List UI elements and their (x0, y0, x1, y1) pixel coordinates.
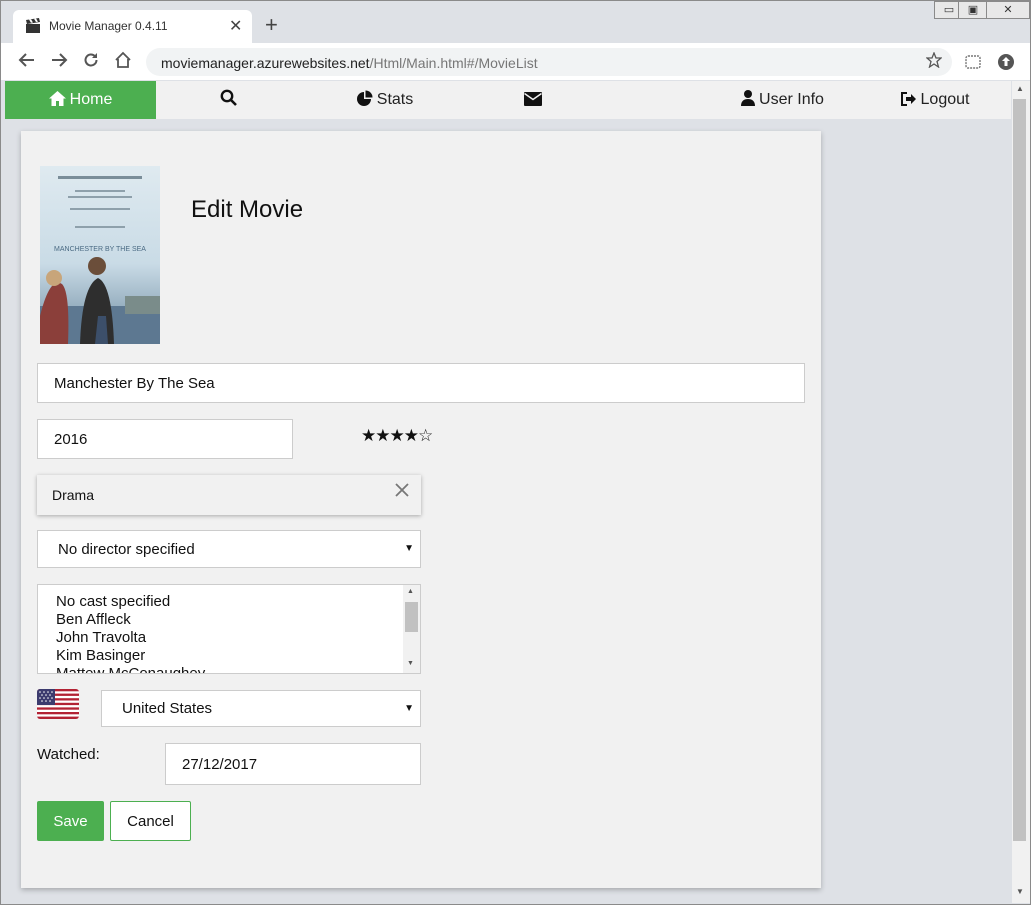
rating-stars[interactable]: ★★★★☆ (361, 426, 433, 446)
poster-title-text: MANCHESTER BY THE SEA (54, 246, 146, 253)
star-empty-icon[interactable]: ☆ (418, 426, 433, 445)
country-select[interactable]: United States ▼ (101, 690, 421, 727)
chevron-down-icon: ▼ (404, 703, 414, 714)
scrollbar-thumb[interactable] (1013, 99, 1026, 841)
cast-listbox[interactable]: No cast specified Ben Affleck John Travo… (37, 584, 421, 674)
director-selected-value: No director specified (58, 540, 195, 558)
star-filled-icon[interactable]: ★ (390, 426, 405, 445)
home-icon[interactable] (114, 51, 132, 69)
year-input[interactable]: 2016 (37, 419, 293, 459)
page-scrollbar[interactable]: ▲ ▼ (1012, 81, 1030, 903)
home-icon (48, 91, 66, 106)
tab-strip: Movie Manager 0.4.11 ✕ + ▭ ▣ ✕ (1, 1, 1030, 43)
country-selected-value: United States (122, 700, 213, 717)
cast-option[interactable]: No cast specified (38, 593, 420, 611)
envelope-icon (524, 92, 542, 106)
director-select[interactable]: No director specified ▼ (37, 530, 421, 568)
search-icon (220, 89, 237, 106)
scroll-down-icon[interactable]: ▼ (407, 660, 414, 667)
movie-poster: MANCHESTER BY THE SEA (40, 166, 160, 344)
scroll-up-icon[interactable]: ▲ (407, 588, 414, 595)
star-filled-icon[interactable]: ★ (375, 426, 390, 445)
cast-option[interactable]: Ben Affleck (38, 611, 420, 629)
star-filled-icon[interactable]: ★ (361, 426, 376, 445)
forward-icon[interactable] (50, 51, 68, 69)
update-icon[interactable] (997, 53, 1015, 71)
nav-contact[interactable] (510, 81, 560, 119)
cast-option[interactable]: Kim Basinger (38, 647, 420, 665)
extension-icon[interactable] (964, 53, 982, 71)
nav-stats[interactable]: Stats (335, 81, 435, 119)
nav-user-info[interactable]: User Info (725, 81, 840, 119)
nav-search[interactable] (205, 81, 255, 119)
close-icon[interactable] (395, 483, 409, 497)
new-tab-button[interactable]: + (265, 13, 278, 37)
maximize-button[interactable]: ▣ (958, 1, 988, 19)
title-input[interactable]: Manchester By The Sea (37, 363, 805, 403)
user-icon (741, 90, 756, 106)
nav-home[interactable]: Home (5, 81, 156, 119)
scroll-down-icon[interactable]: ▼ (1016, 887, 1024, 896)
page-heading: Edit Movie (191, 196, 304, 223)
clapperboard-icon (26, 18, 40, 33)
logout-icon (900, 92, 916, 106)
watched-date-input[interactable]: 27/12/2017 (165, 743, 421, 785)
cast-option[interactable]: John Travolta (38, 629, 420, 647)
bookmark-star-icon[interactable] (926, 52, 942, 68)
browser-toolbar: moviemanager.azurewebsites.net/Html/Main… (1, 43, 1030, 80)
tab-title: Movie Manager 0.4.11 (49, 19, 168, 33)
browser-tab[interactable]: Movie Manager 0.4.11 ✕ (13, 10, 252, 43)
genre-label: Drama (52, 487, 95, 503)
us-flag-icon (37, 689, 79, 719)
tab-close-icon[interactable]: ✕ (229, 16, 242, 36)
watched-label: Watched: (37, 746, 100, 763)
edit-movie-card: MANCHESTER BY THE SEA Edit Movie Manches… (21, 131, 821, 888)
save-button[interactable]: Save (37, 801, 104, 841)
reload-icon[interactable] (82, 51, 100, 69)
cast-scrollbar-thumb[interactable] (405, 602, 418, 632)
app-navbar: Home Stats User Info Logout (5, 81, 1011, 119)
url-text: moviemanager.azurewebsites.net/Html/Main… (161, 55, 538, 71)
cast-scrollbar[interactable]: ▲ ▼ (403, 585, 420, 673)
close-window-button[interactable]: ✕ (986, 1, 1030, 19)
scroll-up-icon[interactable]: ▲ (1016, 84, 1024, 93)
pie-chart-icon (356, 90, 373, 106)
cancel-button[interactable]: Cancel (110, 801, 191, 841)
browser-window: Movie Manager 0.4.11 ✕ + ▭ ▣ ✕ moviemana… (0, 0, 1031, 905)
address-bar[interactable]: moviemanager.azurewebsites.net/Html/Main… (146, 48, 952, 76)
genre-chip[interactable]: Drama (37, 475, 421, 515)
chevron-down-icon: ▼ (404, 543, 414, 554)
cast-option[interactable]: Mattew McConaughey (38, 665, 420, 673)
nav-logout[interactable]: Logout (885, 81, 985, 119)
star-filled-icon[interactable]: ★ (404, 426, 419, 445)
back-icon[interactable] (18, 51, 36, 69)
